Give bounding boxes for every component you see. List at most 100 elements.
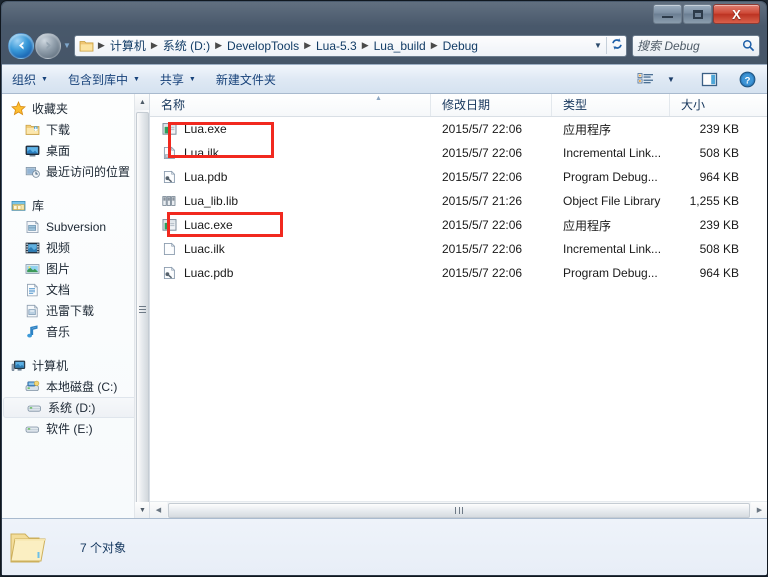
sidebar-item-thunder-download[interactable]: 迅雷下载 [2,300,149,321]
file-name-cell[interactable]: Lua.exe [150,121,431,137]
share-label: 共享 [159,72,184,87]
breadcrumb-separator: ▶ [215,40,223,50]
sidebar-group-libraries[interactable]: 库 [2,195,149,216]
table-row[interactable]: Luac.ilk 2015/5/7 22:06 Incremental Link… [150,237,767,261]
breadcrumb-separator: ▶ [430,40,438,50]
sidebar-group-computer-label: 计算机 [32,359,69,373]
sidebar-item-downloads[interactable]: 下载 [2,119,149,140]
breadcrumb-item-computer[interactable]: 计算机 [107,37,149,54]
file-name-cell[interactable]: Lua_lib.lib [150,193,431,209]
pdb-file-icon [161,265,178,281]
videos-icon [24,240,41,256]
file-name-cell[interactable]: Luac.ilk [150,241,431,257]
sidebar-item-system-drive-d[interactable]: 系统 (D:) [3,397,147,418]
refresh-icon[interactable] [606,37,626,54]
minimize-button[interactable] [653,4,682,24]
search-icon [742,39,755,52]
drive-icon [24,421,41,437]
column-header-size[interactable]: 大小 [670,94,750,116]
chevron-down-icon: ▼ [41,75,48,83]
sidebar-item-software-drive-e[interactable]: 软件 (E:) [2,418,149,439]
help-icon[interactable]: ? [734,67,760,91]
scrollbar-thumb-horizontal[interactable] [168,502,750,518]
breadcrumb: ▶ 计算机 ▶ 系统 (D:) ▶ DevelopTools ▶ Lua-5.3… [96,37,590,54]
minimize-icon [662,15,673,18]
breadcrumb-item-luabuild[interactable]: Lua_build [371,39,429,53]
thunder-download-icon [24,303,41,319]
breadcrumb-item-drive-d[interactable]: 系统 (D:) [160,37,213,54]
scroll-down-button[interactable]: ▼ [135,502,149,518]
file-type: 应用程序 [563,218,612,233]
sidebar-item-pictures-label: 图片 [46,262,71,276]
sidebar-item-subversion-label: Subversion [46,219,107,234]
file-name: Lua_lib.lib [184,194,239,208]
file-name-cell[interactable]: Luac.exe [150,217,431,233]
table-row[interactable]: Luac.pdb 2015/5/7 22:06 Program Debug...… [150,261,767,285]
horizontal-scrollbar[interactable]: ◀ ▶ [150,501,767,518]
table-row[interactable]: Lua.exe 2015/5/7 22:06 应用程序 239 KB [150,117,767,141]
sidebar-group-computer[interactable]: 计算机 [2,355,149,376]
sidebar-item-music[interactable]: 音乐 [2,321,149,342]
breadcrumb-separator: ▶ [361,40,369,50]
close-button[interactable]: X [713,4,760,24]
libraries-icon [10,198,27,214]
navigation-pane-scrollbar[interactable]: ▲ ▼ [134,94,149,518]
table-row[interactable]: Lua_lib.lib 2015/5/7 21:26 Object File L… [150,189,767,213]
sidebar-item-documents[interactable]: 文档 [2,279,149,300]
sidebar-group-favorites[interactable]: 收藏夹 [2,98,149,119]
scrollbar-thumb[interactable] [136,112,149,506]
preview-pane-icon[interactable] [696,67,722,91]
back-button[interactable] [8,32,34,59]
column-header-date[interactable]: 修改日期 [431,94,552,116]
breadcrumb-item-debug[interactable]: Debug [440,39,481,53]
address-bar[interactable]: ▶ 计算机 ▶ 系统 (D:) ▶ DevelopTools ▶ Lua-5.3… [73,34,627,57]
sidebar-item-subversion[interactable]: Subversion [2,216,149,237]
breadcrumb-item-developtools[interactable]: DevelopTools [224,39,302,53]
sidebar-item-documents-label: 文档 [46,283,71,297]
column-header-name[interactable]: 名称 [150,94,431,116]
table-row[interactable]: Luac.exe 2015/5/7 22:06 应用程序 239 KB [150,213,767,237]
sidebar-item-videos-label: 视频 [46,241,71,255]
sidebar-item-videos[interactable]: 视频 [2,237,149,258]
status-bar: 7 个对象 [2,518,767,575]
include-in-library-button[interactable]: 包含到库中 ▼ [58,67,150,91]
exe-application-icon [161,121,178,137]
svg-text:?: ? [744,75,750,86]
table-row[interactable]: Lua.pdb 2015/5/7 22:06 Program Debug... … [150,165,767,189]
view-options-dropdown[interactable]: ▼ [658,67,684,91]
file-date: 2015/5/7 22:06 [442,242,523,256]
share-button[interactable]: 共享 ▼ [150,67,206,91]
history-dropdown-button[interactable]: ▼ [63,41,71,50]
sidebar-item-local-disk-c[interactable]: 本地磁盘 (C:) [2,376,149,397]
exe-application-icon [161,217,178,233]
computer-icon [10,358,27,374]
search-input[interactable]: 搜索 Debug [637,37,742,54]
view-options-icon[interactable] [632,67,658,91]
forward-button[interactable] [35,32,61,59]
file-name-cell[interactable]: Lua.pdb [150,169,431,185]
sidebar-item-desktop[interactable]: 桌面 [2,140,149,161]
file-name-cell[interactable]: Lua.ilk [150,145,431,161]
file-name: Luac.ilk [184,242,225,256]
file-name: Lua.pdb [184,170,228,184]
new-folder-button[interactable]: 新建文件夹 [206,67,286,91]
scroll-left-button[interactable]: ◀ [150,502,167,518]
organize-button[interactable]: 组织 ▼ [2,67,58,91]
table-row[interactable]: Lua.ilk 2015/5/7 22:06 Incremental Link.… [150,141,767,165]
sidebar-item-pictures[interactable]: 图片 [2,258,149,279]
navigation-bar: ▼ ▶ 计算机 ▶ 系统 (D:) ▶ DevelopTools ▶ Lua-5… [1,29,767,62]
file-date: 2015/5/7 22:06 [442,170,523,184]
column-header-type[interactable]: 类型 [552,94,670,116]
file-name-cell[interactable]: Luac.pdb [150,265,431,281]
scroll-right-button[interactable]: ▶ [751,502,767,518]
sidebar-item-thunder-download-label: 迅雷下载 [46,304,95,318]
breadcrumb-item-lua53[interactable]: Lua-5.3 [313,39,360,53]
scroll-up-button[interactable]: ▲ [135,94,149,110]
sidebar-item-recent-places[interactable]: 最近访问的位置 [2,161,149,182]
chevron-down-icon[interactable]: ▼ [590,41,606,50]
file-date: 2015/5/7 21:26 [442,194,523,208]
search-box[interactable]: 搜索 Debug [632,34,760,57]
refresh-glyph-icon [611,38,622,50]
maximize-button[interactable] [683,4,712,24]
